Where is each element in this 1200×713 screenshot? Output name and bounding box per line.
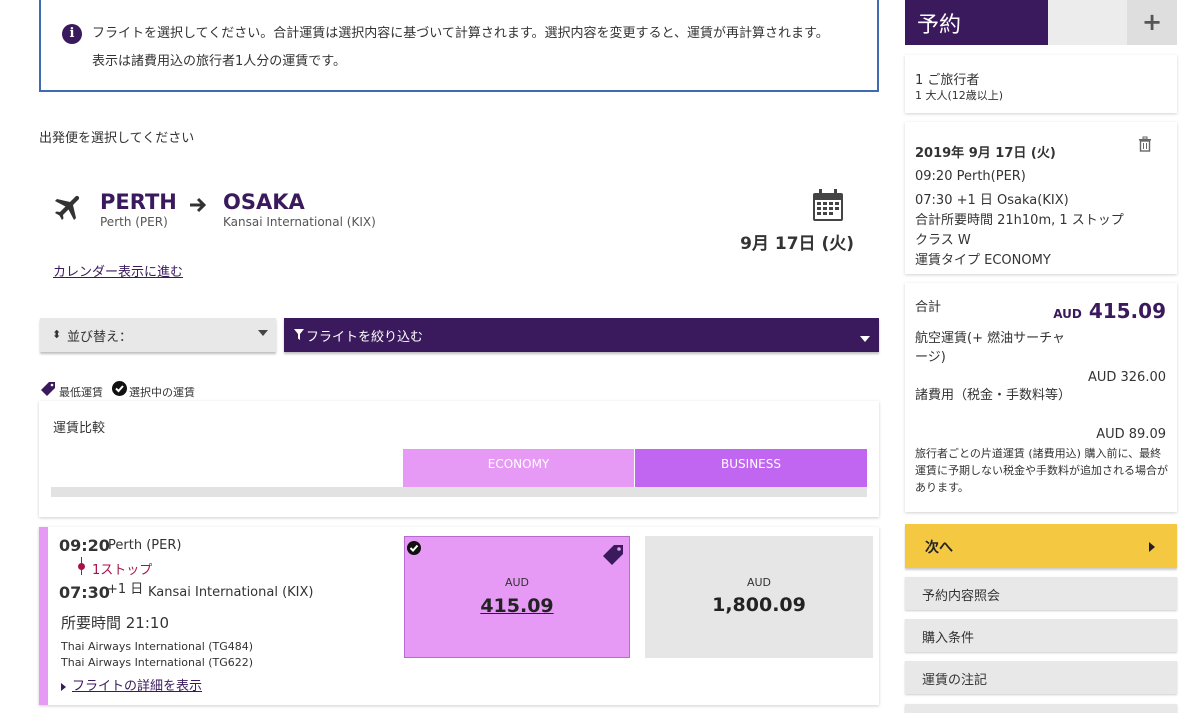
arrow-right-icon [190,197,207,213]
tax-label: 諸費用（税金・手数料等） [915,388,1072,403]
departure-city: Perth (PER) [108,538,182,553]
booking-lookup-link[interactable]: 予約内容照会 [905,577,1177,610]
economy-column-header: ECONOMY [403,449,634,487]
info-line-1: フライトを選択してください。合計運賃は選択内容に基づいて計算されます。選択内容を… [92,26,829,41]
fare-comparison-title: 運賃比較 [53,421,106,436]
stop-dot-icon [78,563,85,570]
business-fare-currency: AUD [746,576,772,589]
flight-duration: 所要時間 21:10 [61,614,169,632]
info-icon: i [62,24,82,44]
passenger-type: 1 大人(12歳以上) [915,89,1004,102]
total-amount: AUD 415.09 [1053,299,1166,323]
trip-duration: 合計所要時間 21h10m, 1 ストップ [915,213,1124,228]
booking-panel-title: 予約 [917,13,962,38]
sort-label: 並び替え： [67,330,133,345]
arrival-day-offset: +1 日 [107,582,144,597]
expand-button[interactable]: + [1127,0,1177,45]
trip-departure: 09:20 Perth(PER) [915,169,1026,184]
legend-selected-fare: 選択中の運賃 [129,386,195,399]
booking-panel-header: 予約 [905,0,1048,45]
section-title: 出発便を選択してください [39,131,195,146]
carrier-segment: Thai Airways International (TG484) [61,640,254,653]
business-column-header: BUSINESS [635,449,867,487]
trip-fare-type: 運賃タイプ ECONOMY [915,253,1051,268]
chevron-down-icon [860,336,870,342]
trip-cabin: クラス W [915,233,971,248]
tax-value: AUD 89.09 [1096,427,1166,442]
airplane-icon [54,195,80,221]
side-link-label: 購入条件 [922,631,975,646]
business-fare-amount: 1,800.09 [712,594,806,616]
carrier-segment: Thai Airways International (TG622) [61,656,254,669]
filter-icon [294,329,304,340]
side-link-label: 運賃の注記 [922,673,988,688]
origin-name: Perth (PER) [100,215,168,229]
check-circle-icon [407,541,421,555]
price-tag-icon [603,545,623,565]
sort-dropdown[interactable]: ⬍ 並び替え： [40,318,276,352]
selected-flight-accent [39,527,48,705]
destination-name: Kansai International (KIX) [223,215,376,229]
base-fare-value: AUD 326.00 [1087,370,1166,385]
next-button[interactable]: 次へ [905,524,1177,568]
total-currency: AUD [1053,307,1082,321]
fare-comparison: 運賃比較 ECONOMY BUSINESS [39,401,879,517]
trip-arrival: 07:30 +1 日 Osaka(KIX) [915,193,1069,208]
calendar-icon[interactable] [812,188,844,222]
calendar-view-link[interactable]: カレンダー表示に進む [53,261,183,280]
base-fare-label: 航空運賃(+ 燃油サーチャージ) [915,331,1065,365]
caret-right-icon [1149,542,1155,552]
departure-date: 9月 17日 (火) [740,234,854,254]
flight-row: 09:20 Perth (PER) 1ストップ 07:30 +1 日 Kansa… [39,527,879,705]
business-fare-option[interactable]: AUD 1,800.09 [645,536,873,658]
price-note: 旅行者ごとの片道運賃 (諸費用込) 購入前に、最終運賃に予期しない税金や手数料が… [915,447,1168,494]
info-text: フライトを選択してください。合計運賃は選択内容に基づいて計算されます。選択内容を… [92,20,872,76]
info-line-2: 表示は諸費用込の旅行者1人分の運賃です。 [92,54,346,69]
price-summary: 合計 AUD 415.09 航空運賃(+ 燃油サーチャージ) AUD 326.0… [905,283,1177,512]
origin-code: PERTH [100,190,177,214]
more-link[interactable] [905,704,1177,713]
info-notice: i フライトを選択してください。合計運賃は選択内容に基づいて計算されます。選択内… [39,0,879,92]
departure-time: 09:20 [59,536,110,555]
economy-fare-amount: 415.09 [480,595,554,617]
trip-summary: 2019年 9月 17日 (火) 09:20 Perth(PER) 07:30 … [905,122,1177,274]
check-circle-icon [112,381,127,396]
trip-date: 2019年 9月 17日 (火) [915,146,1056,161]
economy-fare-option[interactable]: AUD 415.09 [404,536,630,658]
total-label: 合計 [915,300,942,315]
stop-count: 1ストップ [92,563,153,578]
next-button-label: 次へ [925,540,953,556]
total-value: 415.09 [1088,299,1166,323]
sort-icon: ⬍ [52,328,62,341]
fare-notes-link[interactable]: 運賃の注記 [905,661,1177,694]
caret-right-icon [61,682,66,691]
side-link-label: 予約内容照会 [922,589,1001,604]
chevron-down-icon [258,330,268,336]
trash-icon[interactable] [1138,136,1152,152]
economy-fare-currency: AUD [504,576,530,589]
passenger-count: 1 ご旅行者 [915,73,980,88]
filter-label: フライトを絞り込む [306,330,424,345]
arrival-city: Kansai International (KIX) [148,585,314,600]
panel-header-spacer [1048,0,1127,45]
passenger-summary: 1 ご旅行者 1 大人(12歳以上) [905,55,1177,113]
legend-lowest-fare: 最低運賃 [59,386,103,399]
flight-details-label: フライトの詳細を表示 [72,679,203,694]
flight-details-link[interactable]: フライトの詳細を表示 [61,675,202,694]
arrival-time: 07:30 [59,583,110,602]
price-tag-icon [41,382,55,396]
comparison-scroll-bar [51,487,867,497]
destination-code: OSAKA [223,190,305,214]
purchase-conditions-link[interactable]: 購入条件 [905,619,1177,652]
filter-dropdown[interactable]: フライトを絞り込む [284,318,879,352]
